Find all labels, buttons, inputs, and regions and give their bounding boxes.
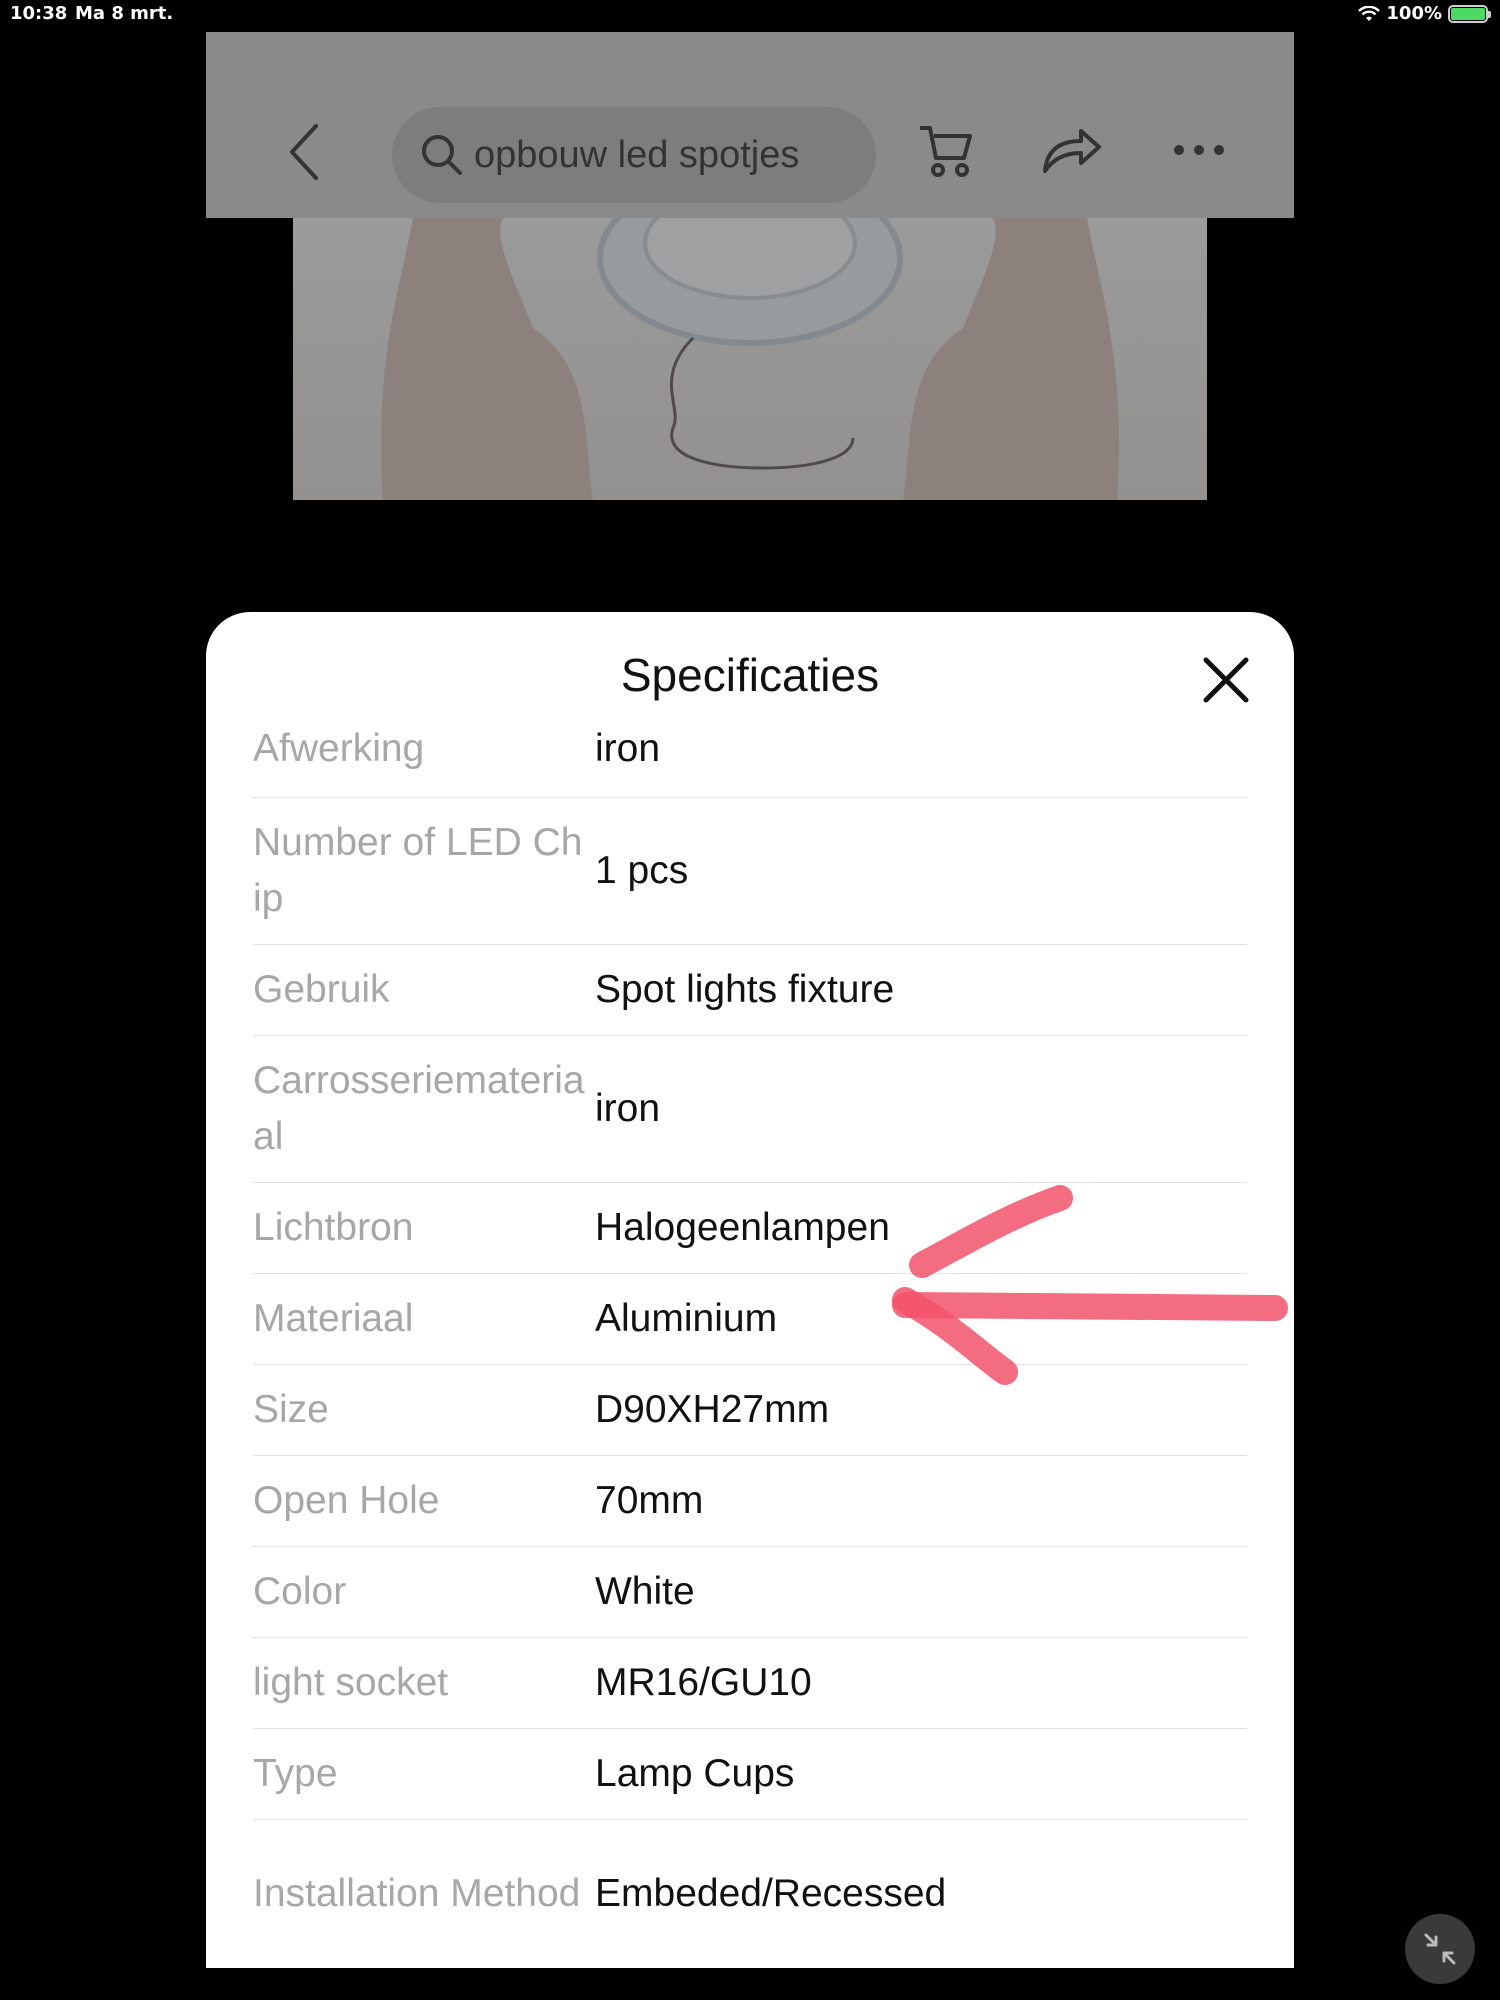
spec-value: Aluminium <box>595 1297 778 1340</box>
more-button[interactable] <box>1164 120 1234 180</box>
status-date: Ma 8 mrt. <box>75 3 174 24</box>
share-button[interactable] <box>1036 120 1106 180</box>
spec-row: Gebruik Spot lights fixture <box>253 945 1247 1036</box>
spec-value: White <box>595 1570 695 1613</box>
battery-percent: 100% <box>1386 3 1442 24</box>
spec-value: Embeded/Recessed <box>595 1871 947 1915</box>
spec-value: 70mm <box>595 1479 704 1522</box>
status-bar: 10:38 Ma 8 mrt. 100% <box>0 0 1500 28</box>
spec-row: Type Lamp Cups <box>253 1729 1247 1820</box>
status-time: 10:38 <box>10 3 68 24</box>
spec-row: light socket MR16/GU10 <box>253 1638 1247 1729</box>
spec-value: iron <box>595 726 661 770</box>
spec-key: Carrosseriemateriaal <box>253 1059 585 1158</box>
spec-value: Lamp Cups <box>595 1752 795 1795</box>
spec-value: Spot lights fixture <box>595 968 895 1011</box>
spec-key: Color <box>253 1570 347 1613</box>
collapse-icon <box>1424 1933 1456 1965</box>
collapse-button[interactable] <box>1405 1914 1475 1984</box>
spec-row: Carrosseriemateriaal iron <box>253 1036 1247 1183</box>
spec-key: Open Hole <box>253 1479 440 1522</box>
spec-row: Color White <box>253 1547 1247 1638</box>
search-query: opbouw led spotjes <box>474 133 800 176</box>
spec-key: Installation Method <box>253 1871 581 1915</box>
spec-value: Halogeenlampen <box>595 1206 890 1249</box>
search-bar[interactable]: opbouw led spotjes <box>392 107 876 203</box>
spec-row: Open Hole 70mm <box>253 1456 1247 1547</box>
back-icon <box>290 124 318 180</box>
specifications-sheet: Specificaties Afwerking iron Number of L… <box>206 612 1294 1968</box>
sheet-title: Specificaties <box>620 649 880 701</box>
spec-value: iron <box>595 1087 661 1130</box>
spec-key: Afwerking <box>253 726 425 770</box>
spec-key: Gebruik <box>253 968 390 1011</box>
spec-row: Number of LED Chip 1 pcs <box>253 798 1247 945</box>
spec-value: MR16/GU10 <box>595 1661 812 1704</box>
spec-list: Afwerking iron Number of LED Chip 1 pcs … <box>253 712 1247 1967</box>
spec-key: Size <box>253 1388 329 1431</box>
app-header: opbouw led spotjes <box>206 32 1294 218</box>
spec-value: 1 pcs <box>595 849 689 892</box>
spec-row: Installation Method Embeded/Recessed <box>253 1820 1247 1967</box>
spec-row: Size D90XH27mm <box>253 1365 1247 1456</box>
spec-key: Type <box>253 1752 338 1795</box>
spec-key: Number of LED Chip <box>253 821 583 920</box>
share-icon <box>1043 129 1101 173</box>
spec-value: D90XH27mm <box>595 1388 830 1431</box>
spec-key: light socket <box>253 1661 449 1704</box>
status-right: 100% <box>1358 3 1491 24</box>
spec-key: Lichtbron <box>253 1206 414 1249</box>
back-button[interactable] <box>274 122 334 182</box>
spec-key: Materiaal <box>253 1297 414 1340</box>
wifi-icon <box>1358 5 1381 21</box>
spec-row: Lichtbron Halogeenlampen <box>253 1183 1247 1274</box>
spec-row: Afwerking iron <box>253 700 1247 798</box>
image-dim-overlay <box>293 218 1207 500</box>
cart-icon <box>920 126 972 177</box>
battery-icon <box>1448 4 1491 23</box>
spec-row: Materiaal Aluminium <box>253 1274 1247 1365</box>
more-icon <box>1174 145 1224 155</box>
cart-button[interactable] <box>911 120 981 180</box>
search-icon <box>422 135 462 175</box>
